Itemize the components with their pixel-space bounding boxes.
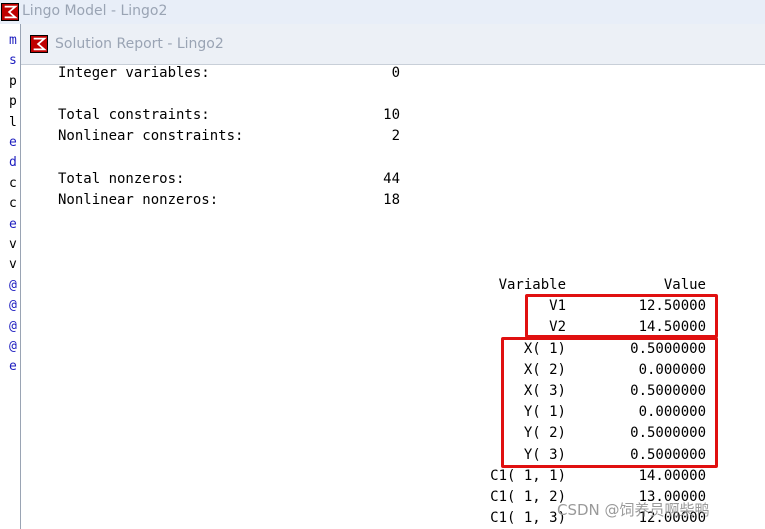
- highlight-box-xy: [501, 337, 718, 468]
- stat-value: 0: [391, 65, 400, 81]
- column-header-value: Value: [663, 277, 706, 293]
- stat-value: 18: [383, 192, 400, 208]
- report-text-area[interactable]: Integer variables: 0 Total constraints: …: [0, 0, 765, 529]
- stat-label: Total constraints:: [58, 107, 210, 123]
- stat-value: 2: [391, 128, 400, 144]
- variable-name: C1( 1, 2): [490, 489, 566, 505]
- stat-value: 10: [383, 107, 400, 123]
- stat-label: Nonlinear nonzeros:: [58, 192, 219, 208]
- variable-value: 14.00000: [638, 468, 706, 484]
- stat-value: 44: [383, 171, 400, 187]
- stat-label: Integer variables:: [58, 65, 210, 81]
- variable-name: C1( 1, 1): [490, 468, 566, 484]
- column-header-variable: Variable: [498, 277, 566, 293]
- watermark: CSDN @饲养员啊柴鸭: [557, 501, 710, 519]
- variable-name: C1( 1, 3): [490, 510, 566, 526]
- highlight-box-v: [525, 294, 718, 338]
- stat-label: Nonlinear constraints:: [58, 128, 244, 144]
- stat-label: Total nonzeros:: [58, 171, 185, 187]
